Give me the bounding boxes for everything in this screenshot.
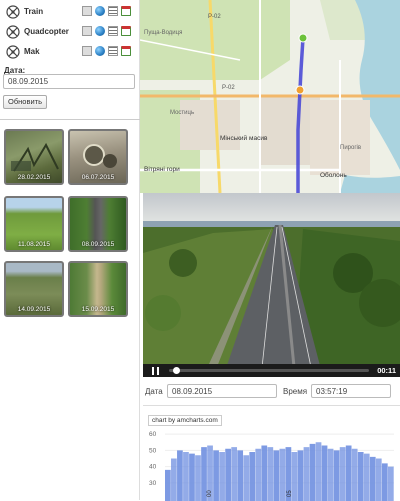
video-time: 00:11 — [377, 366, 396, 375]
drone-icon — [6, 45, 20, 59]
chart-bar — [243, 455, 249, 501]
altitude-chart[interactable]: chart by amcharts.com 605040300005 — [143, 405, 400, 500]
chart-bar — [261, 446, 267, 501]
video-thumbnail[interactable]: 28.02.2015 — [4, 129, 64, 185]
chart-bar — [370, 457, 376, 501]
list-icon[interactable] — [108, 26, 118, 36]
x-marker-label: 05 — [287, 490, 293, 497]
video-thumbnail[interactable]: 15.09.2015 — [68, 261, 128, 317]
chart-bar — [213, 450, 219, 501]
time-label: Время — [283, 387, 307, 396]
chart-bar — [328, 449, 334, 501]
thumbnail-date: 15.09.2015 — [70, 306, 126, 313]
globe-icon[interactable] — [95, 6, 105, 16]
video-thumbnail[interactable]: 08.09.2015 — [68, 196, 128, 252]
globe-icon[interactable] — [95, 26, 105, 36]
map-label: Вітряні гори — [144, 166, 180, 173]
globe-icon[interactable] — [95, 46, 105, 56]
list-icon[interactable] — [108, 46, 118, 56]
date-field[interactable]: 08.09.2015 — [167, 384, 277, 398]
thumbnail-date: 11.08.2015 — [6, 241, 62, 248]
chart-bar — [165, 470, 171, 501]
chart-bar — [249, 452, 255, 501]
chart-bar — [382, 463, 388, 501]
chart-bar — [352, 449, 358, 501]
thumbnail-date: 28.02.2015 — [6, 174, 62, 181]
seek-handle[interactable] — [173, 367, 180, 374]
thumbnail-date: 06.07.2015 — [70, 174, 126, 181]
chart-bar — [237, 450, 243, 501]
video-thumbnail[interactable]: 14.09.2015 — [4, 261, 64, 317]
drone-row-mak[interactable]: Mak — [0, 44, 140, 62]
calendar-icon[interactable] — [121, 46, 131, 56]
chart-bar — [183, 452, 189, 501]
chart-bar — [273, 450, 279, 501]
divider — [0, 119, 140, 120]
grid-icon[interactable] — [82, 6, 92, 16]
date-label: Дата — [145, 387, 163, 396]
y-tick-label: 50 — [149, 447, 157, 454]
chart-bar — [310, 444, 316, 501]
y-tick-label: 60 — [149, 431, 157, 438]
seek-bar[interactable] — [169, 369, 369, 372]
drone-icon — [6, 25, 20, 39]
pause-icon[interactable] — [152, 367, 160, 375]
route-map[interactable]: Р-02 Р-02 Мінський масив Оболонь Вітряні… — [140, 0, 400, 193]
calendar-icon[interactable] — [121, 26, 131, 36]
refresh-button[interactable]: Обновить — [3, 95, 47, 109]
video-frame[interactable] — [143, 193, 400, 377]
sidebar: Train Quadcopter Mak Дата: 08.09.2015 Об… — [0, 0, 140, 500]
grid-icon[interactable] — [82, 26, 92, 36]
y-tick-label: 40 — [149, 464, 157, 471]
chart-bar — [255, 449, 261, 501]
chart-bar — [334, 450, 340, 501]
chart-bar — [346, 446, 352, 501]
thumbnail-date: 14.09.2015 — [6, 306, 62, 313]
chart-bar — [195, 455, 201, 501]
chart-bar — [304, 447, 310, 501]
video-thumbnail[interactable]: 06.07.2015 — [68, 129, 128, 185]
drone-name: Quadcopter — [24, 27, 69, 36]
chart-bar — [376, 459, 382, 501]
list-icon[interactable] — [108, 6, 118, 16]
chart-bar — [171, 459, 177, 501]
chart-bar — [267, 447, 273, 501]
chart-bar — [298, 450, 304, 501]
chart-bar — [225, 449, 231, 501]
chart-bar — [364, 454, 370, 501]
chart-bar — [316, 442, 322, 501]
date-input[interactable]: 08.09.2015 — [3, 74, 135, 89]
chart-bar — [358, 452, 364, 501]
drone-name: Mak — [24, 47, 40, 56]
map-label: Р-02 — [222, 85, 235, 91]
drone-name: Train — [24, 7, 43, 16]
video-thumbnail[interactable]: 11.08.2015 — [4, 196, 64, 252]
chart-bar — [189, 454, 195, 501]
thumbnail-date: 08.09.2015 — [70, 241, 126, 248]
chart-plot: 60 50 40 30 00 05 — [143, 406, 400, 501]
map-label: Пуща-Водиця — [144, 30, 182, 36]
drone-row-quadcopter[interactable]: Quadcopter — [0, 24, 140, 42]
info-bar: Дата 08.09.2015 Время 03:57:19 — [143, 380, 400, 402]
map-label: Оболонь — [320, 172, 347, 179]
chart-bar — [388, 467, 394, 501]
chart-bar — [280, 449, 286, 501]
video-controls: 00:11 — [143, 364, 400, 377]
map-label: Р-02 — [208, 14, 221, 20]
chart-bar — [340, 447, 346, 501]
map-label: Пирогів — [340, 145, 361, 151]
chart-bar — [177, 450, 183, 501]
map-label: Мостиць — [170, 110, 194, 116]
time-field[interactable]: 03:57:19 — [311, 384, 391, 398]
chart-bar — [219, 452, 225, 501]
chart-bar — [231, 447, 237, 501]
x-marker-label: 00 — [207, 490, 213, 497]
chart-bar — [322, 446, 328, 501]
drone-row-train[interactable]: Train — [0, 4, 140, 22]
drone-icon — [6, 5, 20, 19]
map-label: Мінський масив — [220, 135, 267, 142]
calendar-icon[interactable] — [121, 6, 131, 16]
grid-icon[interactable] — [82, 46, 92, 56]
y-tick-label: 30 — [149, 480, 157, 487]
